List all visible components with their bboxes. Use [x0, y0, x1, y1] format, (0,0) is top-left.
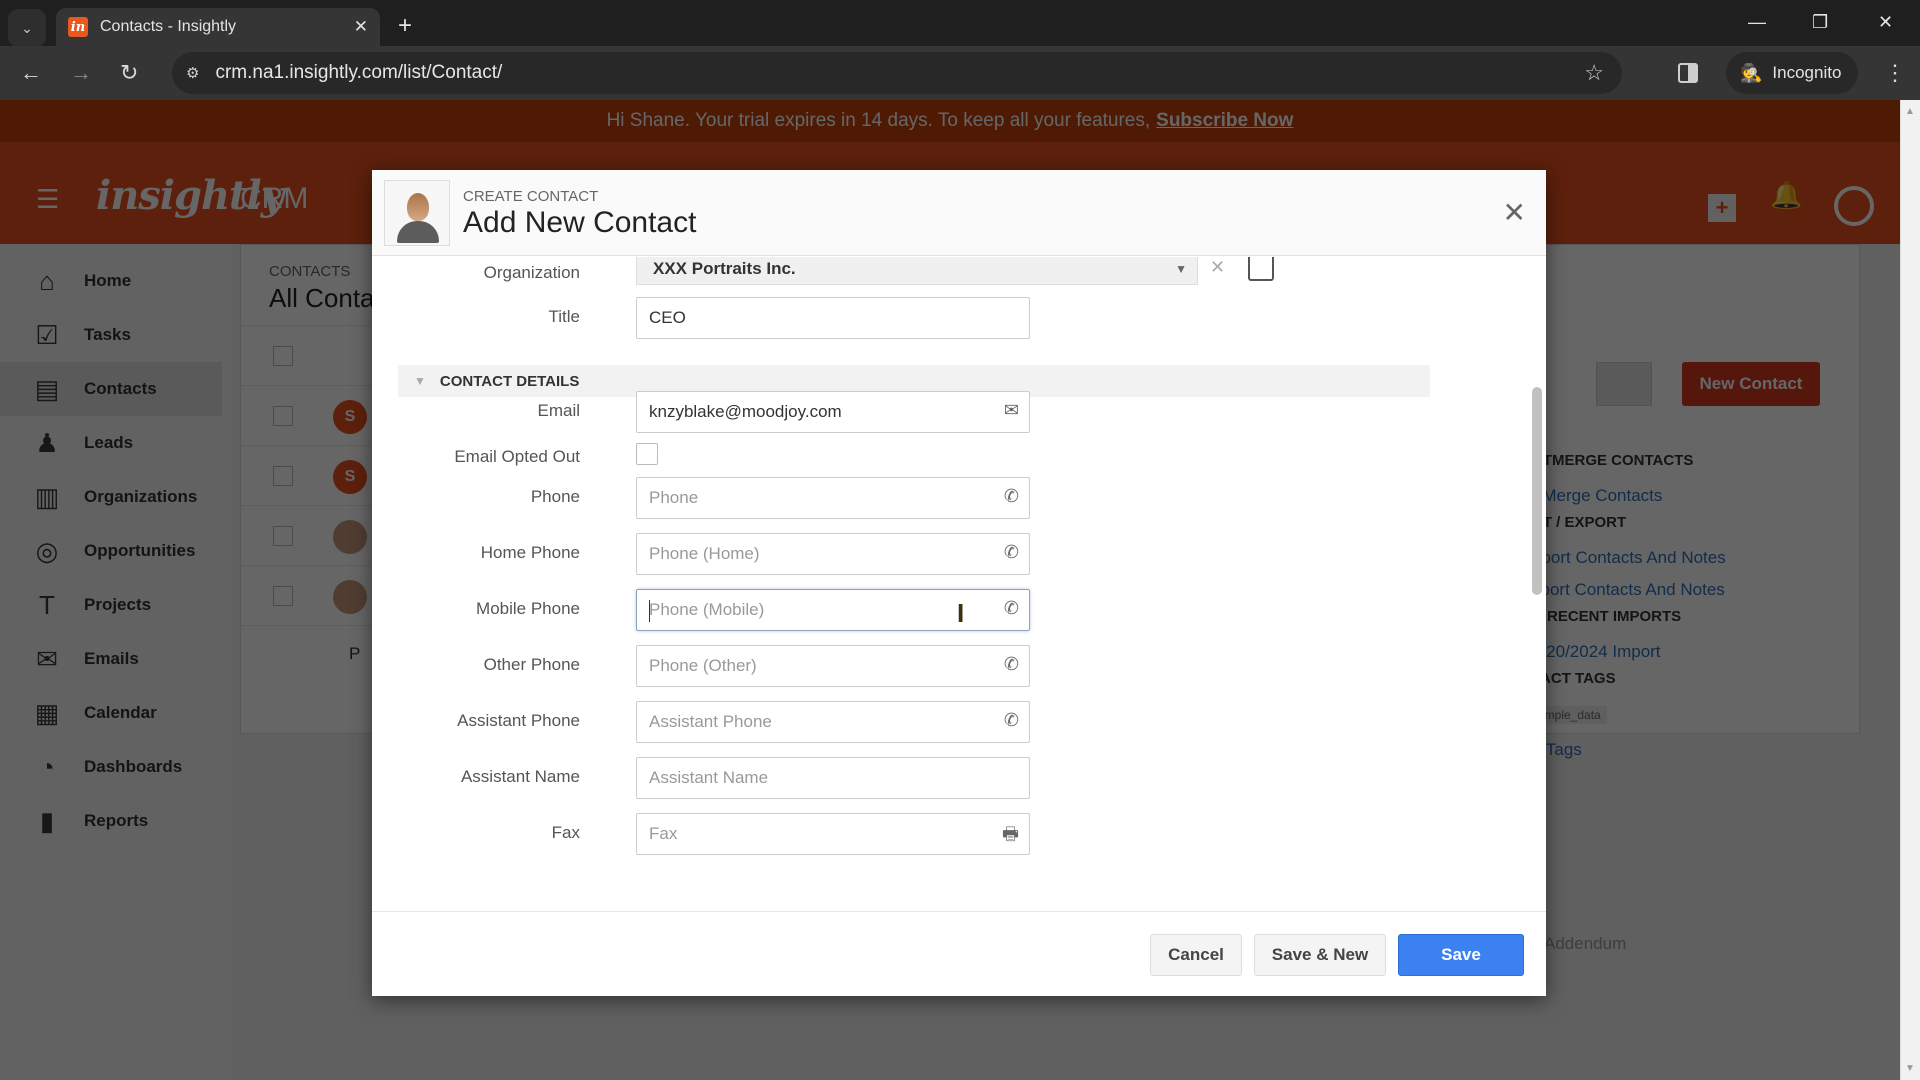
email-opted-out-row: Email Opted Out — [372, 437, 1472, 479]
dropdown-caret-icon: ▼ — [1175, 262, 1187, 276]
email-opted-out-label: Email Opted Out — [454, 447, 580, 466]
fax-input[interactable]: Fax 🖶 — [636, 813, 1030, 855]
section-title: CONTACT DETAILS — [439, 372, 580, 390]
assistant-phone-row: Assistant Phone Assistant Phone ✆ — [372, 701, 1472, 743]
side-panel-icon[interactable] — [1678, 63, 1698, 83]
url-text[interactable]: crm.na1.insightly.com/list/Contact/ — [215, 62, 502, 84]
envelope-icon[interactable]: ✉ — [1004, 400, 1019, 421]
page-scrollbar[interactable]: ▲ ▼ — [1900, 100, 1920, 1080]
organization-value: XXX Portraits Inc. — [653, 259, 796, 278]
dialog-kicker: CREATE CONTACT — [463, 188, 599, 205]
home-phone-label: Home Phone — [480, 543, 580, 562]
window-close-button[interactable]: ✕ — [1878, 12, 1893, 33]
save-and-new-button[interactable]: Save & New — [1254, 934, 1386, 976]
other-phone-input[interactable]: Phone (Other) ✆ — [636, 645, 1030, 687]
contact-avatar-placeholder-icon[interactable] — [384, 180, 450, 246]
minimize-button[interactable]: — — [1748, 12, 1766, 33]
home-phone-placeholder: Phone (Home) — [649, 544, 760, 563]
close-icon[interactable]: ✕ — [1503, 196, 1526, 229]
email-label: Email — [537, 401, 580, 420]
restore-button[interactable]: ❐ — [1812, 12, 1828, 33]
save-button[interactable]: Save — [1398, 934, 1524, 976]
browser-menu-icon[interactable]: ⋮ — [1884, 60, 1906, 86]
browser-tab[interactable]: in Contacts - Insightly ✕ — [56, 8, 380, 46]
home-phone-row: Home Phone Phone (Home) ✆ — [372, 533, 1472, 575]
tab-title: Contacts - Insightly — [100, 18, 237, 35]
chevron-down-icon: ⌄ — [21, 19, 33, 36]
scroll-up-arrow-icon[interactable]: ▲ — [1905, 106, 1915, 117]
organization-label: Organization — [483, 263, 580, 282]
bookmark-star-icon[interactable]: ☆ — [1584, 60, 1604, 86]
dialog-title: Add New Contact — [463, 206, 697, 239]
title-row: Title CEO — [372, 297, 1472, 339]
reload-button[interactable]: ↻ — [120, 60, 138, 86]
email-input[interactable]: knzyblake@moodjoy.com ✉ — [636, 391, 1030, 433]
home-phone-input[interactable]: Phone (Home) ✆ — [636, 533, 1030, 575]
fax-placeholder: Fax — [649, 824, 678, 843]
phone-call-icon[interactable]: ✆ — [1004, 486, 1019, 507]
forward-button[interactable]: → — [70, 60, 92, 86]
organization-row: Organization XXX Portraits Inc. ▼ ✕ — [372, 257, 1472, 295]
new-tab-button[interactable]: + — [398, 12, 412, 40]
title-label: Title — [548, 307, 581, 326]
link-organization-icon[interactable] — [1248, 257, 1274, 281]
incognito-icon: 🕵 — [1740, 62, 1763, 83]
title-input[interactable]: CEO — [636, 297, 1030, 339]
assistant-phone-input[interactable]: Assistant Phone ✆ — [636, 701, 1030, 743]
insightly-favicon-icon: in — [68, 17, 88, 37]
dialog-scrollbar-thumb[interactable] — [1532, 387, 1542, 595]
phone-placeholder: Phone — [649, 488, 699, 507]
text-caret — [649, 600, 650, 622]
email-row: Email knzyblake@moodjoy.com ✉ — [372, 391, 1472, 433]
dialog-footer: Cancel Save & New Save — [372, 911, 1546, 996]
chevron-down-icon: ▼ — [414, 374, 426, 388]
mobile-phone-row: Mobile Phone Phone (Mobile) I ✆ — [372, 589, 1472, 631]
phone-label: Phone — [530, 487, 580, 506]
assistant-name-input[interactable]: Assistant Name — [636, 757, 1030, 799]
phone-call-icon[interactable]: ✆ — [1004, 710, 1019, 731]
assistant-phone-placeholder: Assistant Phone — [649, 712, 772, 731]
mouse-ibeam-cursor-icon: I — [957, 598, 965, 628]
assistant-name-row: Assistant Name Assistant Name — [372, 757, 1472, 799]
phone-row: Phone Phone ✆ — [372, 477, 1472, 519]
other-phone-row: Other Phone Phone (Other) ✆ — [372, 645, 1472, 687]
fax-row: Fax Fax 🖶 — [372, 813, 1472, 855]
fax-printer-icon: 🖶 — [1002, 824, 1019, 844]
dialog-header: CREATE CONTACT Add New Contact ✕ — [372, 170, 1546, 256]
address-bar[interactable]: ⚙ crm.na1.insightly.com/list/Contact/ ☆ — [172, 52, 1622, 94]
organization-select[interactable]: XXX Portraits Inc. ▼ — [636, 257, 1198, 285]
phone-call-icon[interactable]: ✆ — [1004, 542, 1019, 563]
incognito-label: Incognito — [1772, 63, 1842, 82]
assistant-name-placeholder: Assistant Name — [649, 768, 769, 787]
tab-close-icon[interactable]: ✕ — [354, 17, 368, 37]
phone-call-icon[interactable]: ✆ — [1004, 598, 1019, 619]
phone-input[interactable]: Phone ✆ — [636, 477, 1030, 519]
site-settings-icon[interactable]: ⚙ — [186, 64, 199, 82]
other-phone-placeholder: Phone (Other) — [649, 656, 757, 675]
incognito-badge[interactable]: 🕵 Incognito — [1726, 52, 1858, 94]
back-button[interactable]: ← — [20, 60, 42, 86]
phone-call-icon[interactable]: ✆ — [1004, 654, 1019, 675]
mobile-phone-label: Mobile Phone — [476, 599, 580, 618]
email-opted-out-checkbox[interactable] — [636, 443, 658, 465]
email-value: knzyblake@moodjoy.com — [649, 402, 842, 421]
browser-tab-strip: ⌄ in Contacts - Insightly ✕ + — ❐ ✕ — [0, 0, 1920, 47]
cancel-button[interactable]: Cancel — [1150, 934, 1242, 976]
mobile-phone-placeholder: Phone (Mobile) — [649, 600, 765, 619]
clear-organization-icon[interactable]: ✕ — [1210, 257, 1225, 278]
tab-search-button[interactable]: ⌄ — [8, 9, 46, 47]
browser-toolbar: ← → ↻ ⚙ crm.na1.insightly.com/list/Conta… — [0, 46, 1920, 100]
assistant-name-label: Assistant Name — [460, 767, 580, 786]
scroll-down-arrow-icon[interactable]: ▼ — [1905, 1063, 1915, 1074]
fax-label: Fax — [551, 823, 580, 842]
assistant-phone-label: Assistant Phone — [457, 711, 580, 730]
dialog-body: Organization XXX Portraits Inc. ▼ ✕ Titl… — [372, 257, 1546, 911]
mobile-phone-input[interactable]: Phone (Mobile) I ✆ — [636, 589, 1030, 631]
add-contact-dialog: CREATE CONTACT Add New Contact ✕ Organiz… — [372, 170, 1546, 996]
other-phone-label: Other Phone — [483, 655, 580, 674]
